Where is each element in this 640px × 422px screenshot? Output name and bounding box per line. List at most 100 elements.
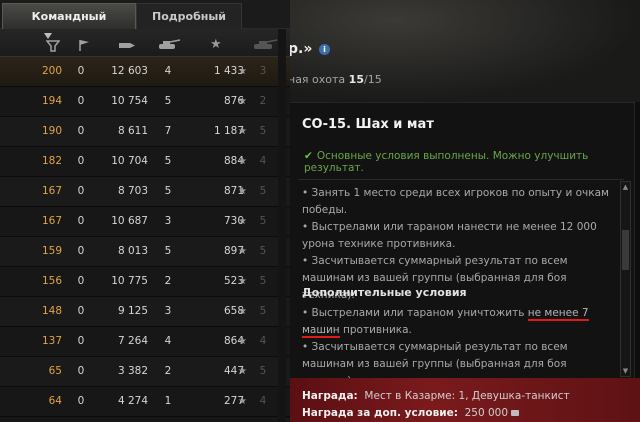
- points-cell: 864: [223, 335, 244, 347]
- tab-team-result[interactable]: Командный результат: [2, 3, 136, 48]
- frags-cell: 0: [77, 275, 85, 287]
- table-row[interactable]: 190 0 8 611 7 1 187 5 ★: [0, 117, 290, 147]
- tab-detailed-report[interactable]: Подробный отчёт: [136, 3, 242, 48]
- star-icon[interactable]: ★: [210, 37, 222, 52]
- table-row[interactable]: 137 0 7 264 4 864 4 ★: [0, 327, 290, 357]
- points-cell: 447: [223, 365, 244, 377]
- quest-progress: ная охота 15/15: [290, 73, 382, 86]
- xp-icon[interactable]: [46, 40, 60, 52]
- star-icon: ★: [238, 126, 247, 137]
- additional-conditions-title: Дополнительные условия: [302, 286, 467, 299]
- frags-cell: 0: [77, 95, 85, 107]
- star-icon: ★: [238, 336, 247, 347]
- quest-progress-total: /15: [363, 73, 382, 86]
- kills-tank-icon[interactable]: [157, 38, 181, 50]
- xp-cell: 65: [48, 365, 62, 377]
- xp-cell: 167: [41, 185, 62, 197]
- scroll-down-icon[interactable]: ▼: [621, 366, 630, 376]
- check-icon: ✔: [304, 150, 313, 162]
- damage-cell: 8 611: [117, 125, 148, 137]
- table-row[interactable]: 148 0 9 125 3 658 5 ★: [0, 297, 290, 327]
- xp-cell: 182: [41, 155, 62, 167]
- kills-cell: 1: [164, 395, 172, 407]
- quest-status: ✔ Основные условия выполнены. Можно улучш…: [304, 150, 634, 174]
- table-row[interactable]: 182 0 10 704 5 884 4 ★: [0, 147, 290, 177]
- tab-bar: Командный результат Подробный отчёт: [0, 0, 290, 48]
- table-body: 200 0 12 603 4 1 433 3 ★ 194 0 10 754 5 876 2 ★ 190 0 8 …: [0, 57, 290, 417]
- scrollbar-thumb[interactable]: [622, 230, 629, 270]
- conditions-scrollbar[interactable]: ▲ ▼: [620, 181, 631, 377]
- points-cell: 897: [223, 245, 244, 257]
- star-icon: ★: [238, 366, 247, 377]
- table-row[interactable]: 194 0 10 754 5 876 2 ★: [0, 87, 290, 117]
- frags-cell: 0: [77, 155, 85, 167]
- damage-shell-icon[interactable]: [118, 40, 136, 50]
- table-header: ★: [0, 29, 290, 57]
- points-cell: 730: [223, 215, 244, 227]
- quest-status-text: Основные условия выполнены. Можно улучши…: [304, 150, 589, 174]
- frags-cell: 0: [77, 335, 85, 347]
- condition-item: • Занять 1 место среди всех игроков по о…: [302, 187, 609, 216]
- star-icon: ★: [238, 96, 247, 107]
- level-cell: 5: [259, 185, 267, 197]
- sort-arrow-icon[interactable]: [44, 33, 52, 39]
- damage-cell: 8 703: [117, 185, 148, 197]
- xp-cell: 137: [41, 335, 62, 347]
- bonus-reward-value: 250 000: [464, 407, 509, 419]
- quest-card: СО-15. Шах и мат ✔ Основные условия выпол…: [290, 102, 635, 387]
- star-icon: ★: [238, 306, 247, 317]
- damage-cell: 12 603: [111, 65, 148, 77]
- quest-progress-count: 15: [348, 73, 364, 86]
- table-row[interactable]: 167 0 10 687 3 730 5 ★: [0, 207, 290, 237]
- quest-details-panel: р.» i ная охота 15/15 СО-15. Шах и мат ✔…: [290, 0, 640, 422]
- frags-cell: 0: [77, 245, 85, 257]
- quest-progress-label: ная охота: [290, 73, 349, 86]
- xp-cell: 159: [41, 245, 62, 257]
- table-row[interactable]: 156 0 10 775 2 523 5 ★: [0, 267, 290, 297]
- table-row[interactable]: 64 0 4 274 1 277 4 ★: [0, 387, 290, 417]
- damage-cell: 4 274: [117, 395, 148, 407]
- table-row[interactable]: 65 0 3 382 2 447 5 ★: [0, 357, 290, 387]
- kills-cell: 5: [164, 155, 172, 167]
- table-row[interactable]: 159 0 8 013 5 897 5 ★: [0, 237, 290, 267]
- kills-cell: 2: [164, 365, 172, 377]
- table-row[interactable]: 167 0 8 703 5 871 5 ★: [0, 177, 290, 207]
- kills-cell: 2: [164, 275, 172, 287]
- star-icon: ★: [238, 216, 247, 227]
- damage-cell: 8 013: [117, 245, 148, 257]
- star-icon: ★: [238, 156, 247, 167]
- damage-cell: 10 775: [111, 275, 148, 287]
- points-cell: 871: [223, 185, 244, 197]
- scroll-up-icon[interactable]: ▲: [621, 182, 630, 192]
- tank-level-icon[interactable]: [252, 38, 278, 50]
- bonus-reward-line: Награда за доп. условие: 250 000: [302, 407, 520, 419]
- frags-cell: 0: [77, 395, 85, 407]
- level-cell: 3: [259, 65, 267, 77]
- condition-text: • Выстрелами или тараном уничтожить: [302, 307, 528, 319]
- level-cell: 5: [259, 215, 267, 227]
- kills-cell: 4: [164, 65, 172, 77]
- frag-flag-icon[interactable]: [78, 39, 90, 51]
- level-cell: 5: [259, 365, 267, 377]
- reward-value: Мест в Казарме: 1, Девушка-танкист: [364, 390, 570, 402]
- table-row[interactable]: 200 0 12 603 4 1 433 3 ★: [0, 57, 290, 87]
- level-cell: 2: [259, 95, 267, 107]
- xp-cell: 148: [41, 305, 62, 317]
- condition-item: • Выстрелами или тараном нанести не мене…: [302, 221, 597, 250]
- points-cell: 523: [223, 275, 244, 287]
- damage-cell: 3 382: [117, 365, 148, 377]
- kills-cell: 5: [164, 245, 172, 257]
- damage-cell: 10 754: [111, 95, 148, 107]
- damage-cell: 10 704: [111, 155, 148, 167]
- points-cell: 277: [223, 395, 244, 407]
- star-icon: ★: [238, 66, 247, 77]
- level-cell: 4: [259, 395, 267, 407]
- results-table-panel: Командный результат Подробный отчёт ★ 2 0…: [0, 0, 290, 422]
- info-icon[interactable]: i: [319, 44, 330, 55]
- kills-cell: 7: [164, 125, 172, 137]
- xp-cell: 156: [41, 275, 62, 287]
- table-scrollbar[interactable]: [278, 29, 286, 422]
- damage-cell: 9 125: [117, 305, 148, 317]
- level-cell: 5: [259, 125, 267, 137]
- frags-cell: 0: [77, 305, 85, 317]
